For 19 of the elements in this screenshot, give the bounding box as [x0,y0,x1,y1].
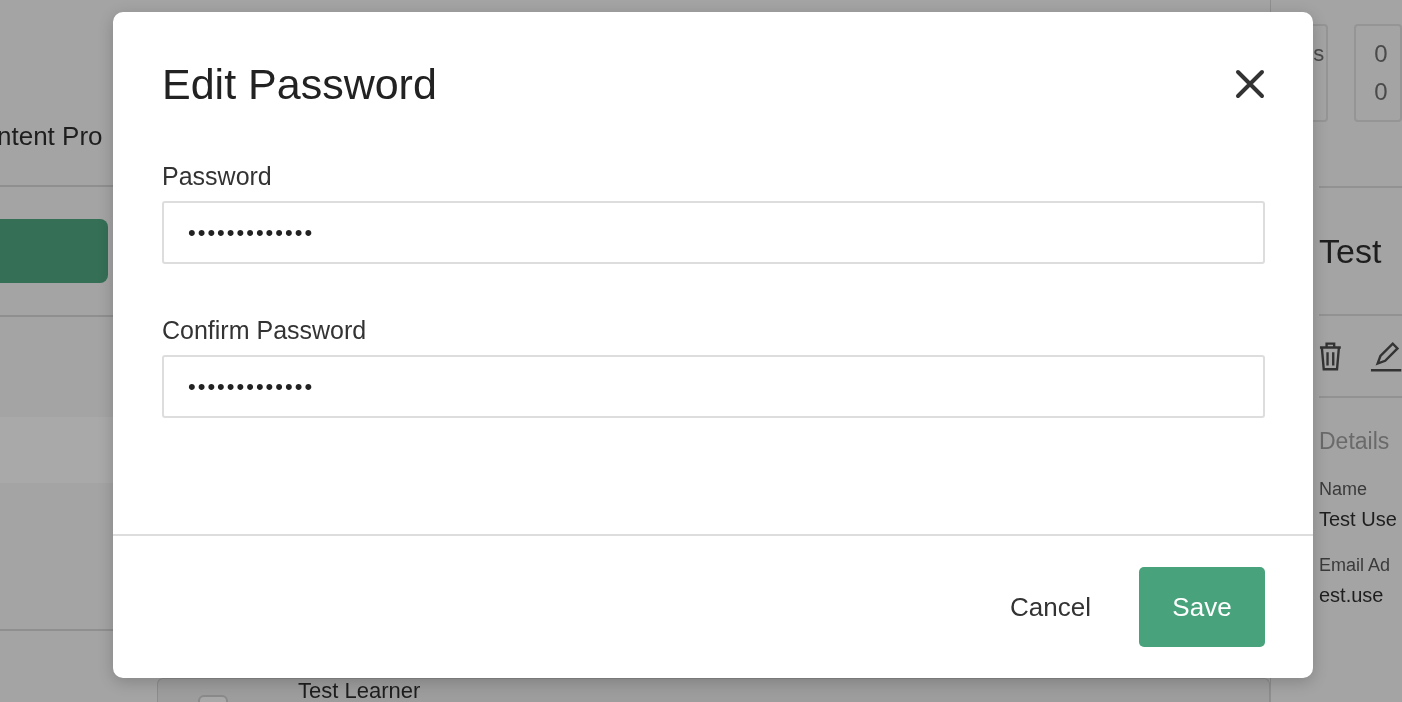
password-field[interactable]: ••••••••••••• [162,201,1265,264]
learner-name: Test Learner [298,679,421,702]
field-label: Password [162,162,273,191]
field-label: Confirm Password [162,316,368,345]
stat-text: 0 [1374,39,1389,69]
stat-text: 0 [1374,77,1389,107]
trash-icon[interactable] [1319,340,1342,372]
password-field[interactable]: ••••••••••••• [162,355,1265,418]
section-title: Details [1319,428,1391,455]
dialog-title: Edit Password [162,59,437,109]
stat-text: s [1313,40,1325,68]
field-label: Email Ad [1319,555,1392,576]
field-label: Name [1319,479,1368,500]
cancel-button[interactable]: Cancel [1010,591,1091,623]
field-value: est.use [1319,584,1385,607]
pencil-icon[interactable] [1369,339,1402,373]
field-value: Test Use [1319,508,1398,531]
user-title: Test [1319,231,1382,271]
close-icon[interactable] [1235,69,1265,99]
